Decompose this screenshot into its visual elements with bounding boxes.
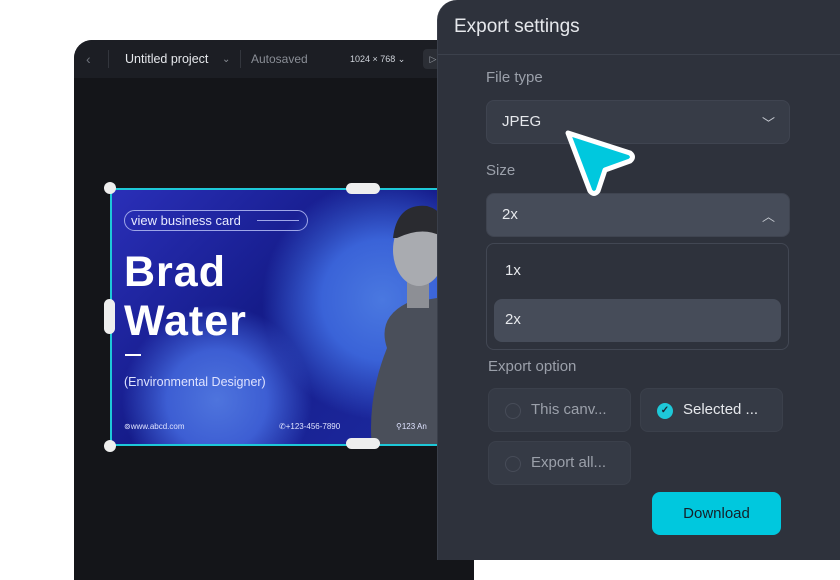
address-text: 123 An (401, 422, 427, 431)
file-type-value: JPEG (502, 113, 542, 130)
option-label: Selected ... (683, 401, 759, 418)
panel-title: Export settings (438, 0, 840, 55)
option-label: Export all... (531, 454, 607, 471)
radio-icon (505, 403, 521, 419)
arrow-icon (257, 220, 299, 221)
size-label: Size (486, 162, 516, 179)
last-name: Water (124, 297, 247, 345)
chevron-down-icon[interactable]: ⌄ (222, 54, 230, 65)
link-label: view business card (131, 213, 241, 228)
pointer-cursor-icon (565, 130, 635, 196)
canvas-size-select[interactable]: 1024 × 768 ⌄ (350, 54, 405, 65)
card-name: Brad Water (124, 248, 247, 346)
chevron-down-icon: ﹀ (761, 116, 775, 131)
resize-handle[interactable] (104, 440, 116, 452)
divider (108, 50, 109, 68)
view-card-pill: view business card (124, 210, 308, 231)
resize-handle[interactable] (104, 182, 116, 194)
phone-icon: ✆ (279, 422, 286, 431)
project-title[interactable]: Untitled project (125, 52, 208, 66)
size-option-2x[interactable]: 2x (494, 299, 781, 342)
divider (125, 354, 141, 356)
size-option-1x[interactable]: 1x (494, 250, 781, 293)
chevron-up-icon: ︿ (761, 209, 775, 224)
option-label: This canv... (531, 401, 607, 418)
file-type-label: File type (486, 69, 543, 86)
export-option-selected[interactable]: ✓ Selected ... (640, 388, 783, 432)
download-button[interactable]: Download (652, 492, 781, 535)
radio-icon (505, 456, 521, 472)
export-option-this-canvas[interactable]: This canv... (488, 388, 631, 432)
export-settings-panel: Export settings File type JPEG ﹀ Size 2x ︿… (437, 0, 840, 560)
first-name: Brad (124, 248, 226, 296)
check-icon: ✓ (657, 403, 673, 419)
card-address: ⚲123 An (396, 422, 427, 431)
canvas-size: 1024 × 768 (350, 53, 396, 64)
resize-handle[interactable] (346, 183, 380, 194)
phone-text: +123-456-7890 (285, 422, 341, 431)
business-card-design[interactable]: view business card Brad Water (Environmen… (110, 188, 450, 446)
editor-toolbar: ‹ Untitled project ⌄ Autosaved 1024 × 76… (74, 40, 474, 78)
resize-handle[interactable] (104, 299, 115, 334)
export-option-label: Export option (488, 358, 577, 375)
autosave-status: Autosaved (251, 52, 308, 66)
divider (240, 50, 241, 68)
card-role: (Environmental Designer) (124, 375, 266, 389)
size-dropdown: 1x 2x (486, 243, 789, 350)
card-phone: ✆+123-456-7890 (279, 422, 340, 431)
card-website: ⊚www.abcd.com (124, 422, 185, 431)
size-value: 2x (502, 206, 518, 223)
website-text: www.abcd.com (130, 422, 185, 431)
resize-handle[interactable] (346, 438, 380, 449)
export-option-all[interactable]: Export all... (488, 441, 631, 485)
back-icon[interactable]: ‹ (86, 51, 91, 67)
